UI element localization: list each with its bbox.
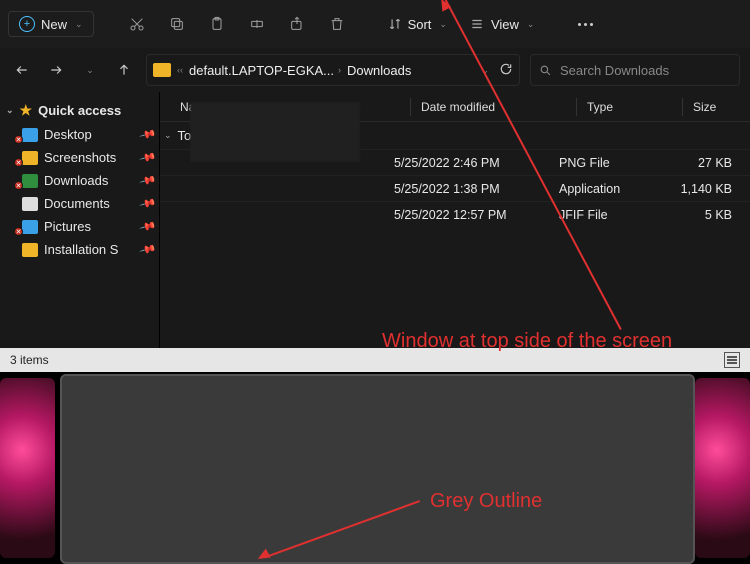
breadcrumb-item[interactable]: Downloads xyxy=(347,63,411,78)
address-bar[interactable]: ‹‹ default.LAPTOP-EGKA...› Downloads ⌄ xyxy=(146,54,520,86)
up-button[interactable] xyxy=(112,58,136,82)
nav-row: ⌄ ‹‹ default.LAPTOP-EGKA...› Downloads ⌄… xyxy=(0,48,750,92)
snap-outline xyxy=(60,374,695,564)
new-button[interactable]: + New ⌄ xyxy=(8,11,94,37)
paste-button[interactable] xyxy=(200,7,234,41)
documents-icon xyxy=(22,197,38,211)
desktop-icon xyxy=(22,128,38,142)
table-row[interactable]: 5/25/2022 1:38 PM Application 1,140 KB xyxy=(160,175,750,201)
search-placeholder: Search Downloads xyxy=(560,63,669,78)
chevron-down-icon: ⌄ xyxy=(75,19,83,30)
sidebar: ⌄ ★ Quick access ✕ Desktop📌 ✕ Screenshot… xyxy=(0,92,160,348)
folder-icon xyxy=(22,151,38,165)
back-button[interactable] xyxy=(10,58,34,82)
new-label: New xyxy=(41,17,67,32)
search-input[interactable]: Search Downloads xyxy=(530,54,740,86)
sidebar-item-documents[interactable]: Documents📌 xyxy=(0,192,159,215)
more-button[interactable] xyxy=(568,7,602,41)
delete-button[interactable] xyxy=(320,7,354,41)
sidebar-item-pictures[interactable]: ✕ Pictures📌 xyxy=(0,215,159,238)
chevron-down-icon: ⌄ xyxy=(6,105,14,116)
breadcrumb-item[interactable]: default.LAPTOP-EGKA...› xyxy=(189,63,341,78)
sidebar-item-downloads[interactable]: ✕ Downloads📌 xyxy=(0,169,159,192)
sort-label: Sort xyxy=(408,17,432,32)
quick-access[interactable]: ⌄ ★ Quick access xyxy=(0,98,159,123)
file-list: Name Date modified Type Size ⌄ Today (3)… xyxy=(160,92,750,348)
refresh-button[interactable] xyxy=(499,62,513,79)
chevron-down-icon: ⌄ xyxy=(439,19,447,30)
folder-icon xyxy=(153,63,171,77)
wallpaper-left xyxy=(0,378,55,558)
status-bar: 3 items xyxy=(0,348,750,372)
search-icon xyxy=(539,64,552,77)
view-button[interactable]: View ⌄ xyxy=(461,17,543,32)
redacted-filenames xyxy=(190,102,360,162)
col-size[interactable]: Size xyxy=(683,100,750,114)
cut-button[interactable] xyxy=(120,7,154,41)
rename-button[interactable] xyxy=(240,7,274,41)
star-icon: ★ xyxy=(20,102,33,119)
forward-button[interactable] xyxy=(44,58,68,82)
share-button[interactable] xyxy=(280,7,314,41)
col-date[interactable]: Date modified xyxy=(411,100,576,114)
copy-button[interactable] xyxy=(160,7,194,41)
pin-icon: 📌 xyxy=(139,240,157,258)
pin-icon: 📌 xyxy=(139,217,157,235)
toolbar: + New ⌄ Sort ⌄ View ⌄ xyxy=(0,0,750,48)
recent-chevron-icon[interactable]: ⌄ xyxy=(78,58,102,82)
wallpaper-right xyxy=(695,378,750,558)
crumb-caret-icon: ‹‹ xyxy=(177,65,183,75)
plus-circle-icon: + xyxy=(19,16,35,32)
pictures-icon xyxy=(22,220,38,234)
details-view-icon[interactable] xyxy=(724,352,740,368)
sidebar-item-desktop[interactable]: ✕ Desktop📌 xyxy=(0,123,159,146)
view-label: View xyxy=(491,17,519,32)
desktop-area xyxy=(0,372,750,564)
item-count: 3 items xyxy=(10,353,49,367)
chevron-down-icon: ⌄ xyxy=(527,19,535,30)
pin-icon: 📌 xyxy=(139,125,157,143)
sidebar-item-installation[interactable]: Installation S📌 xyxy=(0,238,159,261)
table-row[interactable]: 5/25/2022 12:57 PM JFIF File 5 KB xyxy=(160,201,750,227)
downloads-icon xyxy=(22,174,38,188)
chevron-down-icon: ⌄ xyxy=(164,130,172,141)
sort-button[interactable]: Sort ⌄ xyxy=(380,17,455,32)
pin-icon: 📌 xyxy=(139,194,157,212)
pin-icon: 📌 xyxy=(139,171,157,189)
pin-icon: 📌 xyxy=(139,148,157,166)
folder-icon xyxy=(22,243,38,257)
col-type[interactable]: Type xyxy=(577,100,682,114)
sidebar-item-screenshots[interactable]: ✕ Screenshots📌 xyxy=(0,146,159,169)
